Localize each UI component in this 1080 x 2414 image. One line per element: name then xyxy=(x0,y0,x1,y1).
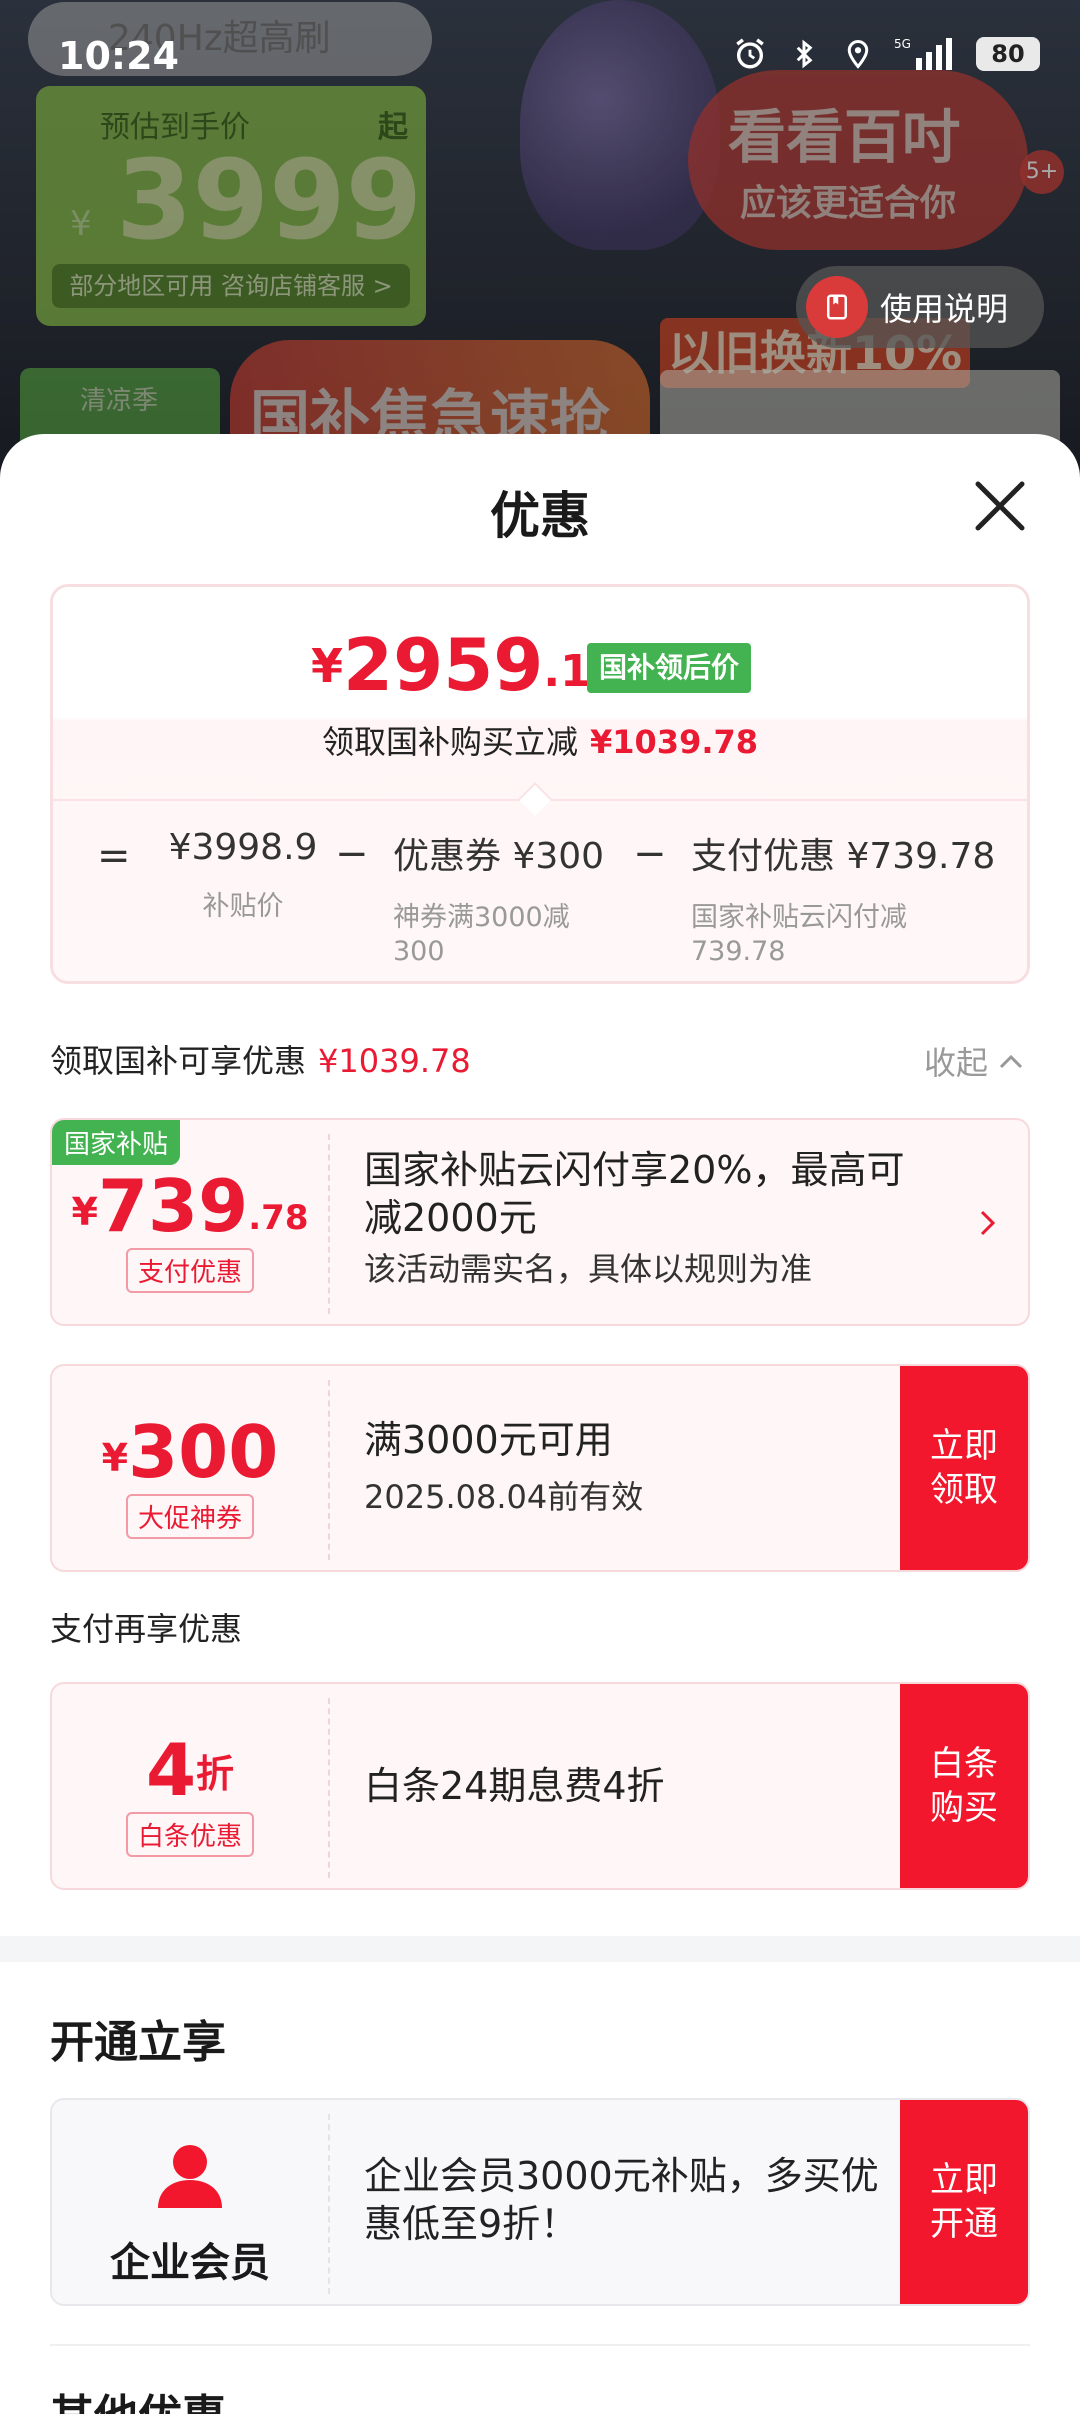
open-membership-button[interactable]: 立即开通 xyxy=(900,2100,1028,2304)
coupon-amount: ¥ 739 .78 xyxy=(52,1170,328,1242)
coupon-amount-integer: 739 xyxy=(97,1164,249,1248)
close-button[interactable] xyxy=(972,478,1028,534)
coupon-currency: ¥ xyxy=(71,1190,98,1234)
breakdown-coupon: 优惠券 ¥300 神券满3000减300 xyxy=(393,827,613,969)
subsidy-reduction-label: 领取国补购买立减 xyxy=(321,723,578,761)
coupon-amount-area: ¥ 739 .78 支付优惠 xyxy=(52,1120,328,1324)
discount-sheet: 优惠 ¥ 2959 .12 国补领后价 领取国补购买立减 ¥1039.78 = ¥… xyxy=(0,434,1080,2414)
battery-indicator: 80 xyxy=(976,37,1040,71)
other-benefits-title: 其他优惠 xyxy=(50,2380,226,2414)
national-subsidy-payment-card[interactable]: 国家补贴 ¥ 739 .78 支付优惠 国家补贴云闪付享20%，最高可减2000… xyxy=(50,1118,1030,1326)
coupon-details: 白条24期息费4折 xyxy=(364,1762,884,1810)
subsidy-benefits-text: 领取国补可享优惠 xyxy=(50,1042,307,1080)
subsidy-benefits-label: 领取国补可享优惠 ¥1039.78 xyxy=(50,1036,471,1082)
breakdown-value: ¥3998.9 xyxy=(168,827,318,868)
status-time: 10:24 xyxy=(58,34,179,78)
coupon-details: 国家补贴云闪付享20%，最高可减2000元 该活动需实名，具体以规则为准 xyxy=(364,1146,924,1290)
book-icon xyxy=(806,276,868,338)
breakdown-subsidy-price: ¥3998.9 补贴价 xyxy=(153,827,333,924)
sheet-title: 优惠 xyxy=(490,487,590,545)
payment-benefits-label: 支付再享优惠 xyxy=(50,1610,243,1648)
section-separator xyxy=(0,1936,1080,1962)
coupon-amount: ¥ 300 xyxy=(52,1416,328,1488)
breakdown-label: 补贴价 xyxy=(202,891,284,922)
breakdown-payment: 支付优惠 ¥739.78 国家补贴云闪付减739.78 xyxy=(691,827,996,969)
discount-rate: 4 折 xyxy=(52,1734,328,1806)
breakdown-label: 国家补贴云闪付减739.78 xyxy=(691,902,907,967)
member-name: 企业会员 xyxy=(110,2240,270,2286)
discount-rate-unit: 折 xyxy=(196,1752,235,1796)
coupon-details: 满3000元可用 2025.08.04前有效 xyxy=(364,1416,884,1518)
alarm-icon xyxy=(732,36,768,72)
status-bar: 10:24 5G 80 xyxy=(0,0,1080,120)
open-benefits-title: 开通立享 xyxy=(50,2017,226,2068)
price-breakdown: = ¥3998.9 补贴价 − 优惠券 ¥300 神券满3000减300 − 支… xyxy=(53,827,1027,967)
equals-sign: = xyxy=(97,833,131,879)
baitiao-title: 白条24期息费4折 xyxy=(364,1764,665,1808)
breakdown-value: 优惠券 ¥300 xyxy=(393,836,605,877)
coupon-type-tag: 大促神券 xyxy=(125,1494,255,1539)
member-area: 企业会员 xyxy=(52,2100,328,2304)
enterprise-member-card: 企业会员 企业会员3000元补贴，多买优惠低至9折！ 立即开通 xyxy=(50,2098,1030,2306)
usage-guide-button[interactable]: 使用说明 xyxy=(796,266,1044,348)
coupon-subtitle: 该活动需实名，具体以规则为准 xyxy=(364,1250,813,1288)
claim-coupon-button[interactable]: 立即领取 xyxy=(900,1366,1028,1570)
promo-coupon-card: ¥ 300 大促神券 满3000元可用 2025.08.04前有效 立即领取 xyxy=(50,1364,1030,1572)
divider-line xyxy=(50,2344,1030,2346)
coupon-type-tag: 白条优惠 xyxy=(125,1812,255,1857)
location-icon xyxy=(840,36,876,72)
final-price-currency: ¥ xyxy=(311,639,344,693)
collapse-label: 收起 xyxy=(924,1044,989,1082)
open-membership-label: 立即开通 xyxy=(930,2160,998,2244)
bluetooth-icon xyxy=(786,36,822,72)
final-price-integer: 2959 xyxy=(343,623,544,707)
subsidy-reduction-line: 领取国补购买立减 ¥1039.78 xyxy=(53,717,1027,763)
coupon-divider xyxy=(328,1698,330,1878)
status-icons: 5G 80 xyxy=(732,36,1040,72)
final-price: ¥ 2959 .12 xyxy=(311,629,621,701)
coupon-title: 国家补贴云闪付享20%，最高可减2000元 xyxy=(364,1148,905,1240)
chevron-up-icon xyxy=(999,1054,1023,1069)
close-icon xyxy=(975,481,1025,531)
coupon-amount-area: ¥ 300 大促神券 xyxy=(52,1366,328,1570)
subsidy-reduction-value: ¥1039.78 xyxy=(590,723,759,761)
member-description: 企业会员3000元补贴，多买优惠低至9折！ xyxy=(364,2154,879,2246)
chevron-right-icon[interactable] xyxy=(978,1202,998,1248)
user-icon xyxy=(158,2145,222,2208)
coupon-amount-area: 4 折 白条优惠 xyxy=(52,1684,328,1888)
coupon-type-tag: 支付优惠 xyxy=(125,1248,255,1293)
claim-coupon-label: 立即领取 xyxy=(930,1426,998,1510)
discount-rate-value: 4 xyxy=(145,1728,197,1812)
price-summary-card: ¥ 2959 .12 国补领后价 领取国补购买立减 ¥1039.78 = ¥399… xyxy=(50,584,1030,984)
coupon-divider xyxy=(328,1134,330,1314)
baitiao-buy-button[interactable]: 白条购买 xyxy=(900,1684,1028,1888)
summary-top: ¥ 2959 .12 国补领后价 领取国补购买立减 ¥1039.78 xyxy=(53,587,1027,797)
network-label: 5G xyxy=(894,37,911,51)
breakdown-value: 支付优惠 ¥739.78 xyxy=(691,836,996,877)
coupon-divider xyxy=(328,1380,330,1560)
minus-sign: − xyxy=(335,831,369,877)
subsidy-benefits-value: ¥1039.78 xyxy=(318,1042,471,1080)
coupon-amount-integer: 300 xyxy=(128,1410,279,1494)
national-subsidy-price-tag: 国补领后价 xyxy=(587,643,752,693)
coupon-currency: ¥ xyxy=(101,1436,129,1480)
coupon-amount-decimal: .78 xyxy=(248,1198,309,1238)
collapse-toggle[interactable]: 收起 xyxy=(924,1038,1024,1084)
coupon-validity: 2025.08.04前有效 xyxy=(364,1478,644,1516)
baitiao-buy-label: 白条购买 xyxy=(930,1744,998,1828)
minus-sign: − xyxy=(633,831,667,877)
baitiao-card: 4 折 白条优惠 白条24期息费4折 白条购买 xyxy=(50,1682,1030,1890)
coupon-title: 满3000元可用 xyxy=(364,1418,613,1462)
breakdown-label: 神券满3000减300 xyxy=(393,902,570,967)
member-divider xyxy=(328,2114,330,2294)
signal-icon: 5G xyxy=(894,36,958,72)
usage-guide-label: 使用说明 xyxy=(880,290,1009,328)
